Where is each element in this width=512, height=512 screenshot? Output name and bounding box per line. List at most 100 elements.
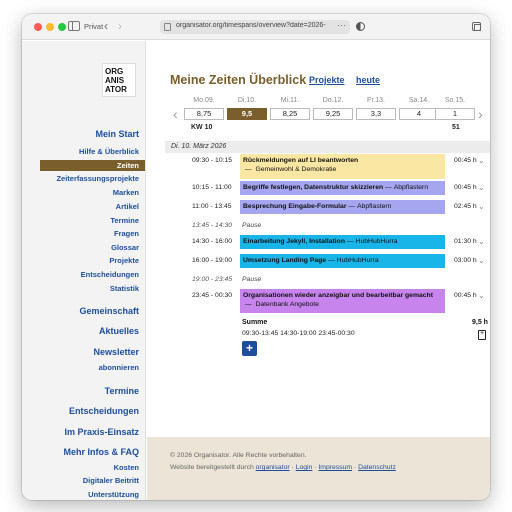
close-window-button[interactable] [34, 23, 42, 31]
more-icon[interactable]: ··· [337, 20, 346, 30]
date-header: Di. 10. März 2026 [165, 141, 490, 153]
page-icon [164, 23, 171, 31]
day-total-button-active[interactable]: 9,5 [227, 108, 267, 120]
day-total-button[interactable]: 4 [399, 108, 439, 120]
entry-title: Rückmeldungen auf LI beantworten [243, 157, 359, 164]
time-entry[interactable]: Einarbeitung Jekyll, Installation — HubH… [240, 235, 445, 249]
day-label: Di.10. [237, 97, 257, 104]
entry-project[interactable]: HubHubHurra [356, 238, 398, 245]
day-label: Mi.11. [280, 97, 300, 104]
entry-project[interactable]: Abpflastern [357, 203, 391, 210]
entry-project-line: — Datenbank Angebote [243, 301, 319, 308]
entry-project[interactable]: HubHubHurra [337, 257, 379, 264]
footer-link-impressum[interactable]: Impressum [318, 464, 352, 471]
time-entry[interactable]: Begriffe festlegen, Datenstruktur skizzi… [240, 181, 445, 195]
entry-duration: 03:00 h [454, 257, 477, 264]
sidebar-item-marken[interactable]: Marken [113, 188, 139, 197]
projects-link[interactable]: Projekte [309, 75, 345, 85]
chevron-down-icon[interactable]: ⌄ [478, 183, 485, 192]
forward-button[interactable]: › [118, 19, 122, 33]
time-entry[interactable]: Organisationen wieder anzeigbar und bear… [240, 289, 445, 313]
chevron-down-icon[interactable]: ⌄ [478, 256, 485, 265]
contrast-icon[interactable] [356, 22, 365, 31]
chevron-down-icon[interactable]: ⌄ [478, 156, 485, 165]
sidebar-item-entscheidungen[interactable]: Entscheidungen [81, 270, 139, 279]
day-total-button[interactable]: 8,25 [270, 108, 310, 120]
sidebar-item-gemeinschaft[interactable]: Gemeinschaft [79, 306, 139, 316]
footer-separator: · [291, 464, 294, 471]
day-label: Do.12. [322, 97, 344, 104]
footer-link-organisator[interactable]: organisator [256, 464, 290, 471]
sidebar-item-artikel[interactable]: Artikel [116, 202, 139, 211]
url-text[interactable]: organisator.org/timespans/overview?date=… [176, 22, 326, 29]
sidebar-item-projekte[interactable]: Projekte [109, 256, 139, 265]
calendar-week-label: KW 10 [191, 124, 213, 131]
sum-label: Summe [242, 319, 268, 326]
chevron-down-icon[interactable]: ⌄ [478, 237, 485, 246]
add-entry-button[interactable]: + [242, 341, 257, 356]
time-entry[interactable]: Umsetzung Landing Page — HubHubHurra [240, 254, 445, 268]
entry-project-line: — Gemeinwohl & Demokratie [243, 166, 337, 173]
sidebar-item-unterstuetzung[interactable]: Unterstützung [88, 490, 139, 499]
main-content: Meine Zeiten Überblick Projekte heute ‹ … [147, 41, 490, 437]
entry-duration: 02:45 h [454, 203, 477, 210]
footer-separator: · [314, 464, 317, 471]
day-total-button[interactable]: 9,25 [313, 108, 353, 120]
sidebar-item-kosten[interactable]: Kosten [114, 463, 139, 472]
sidebar-item-newsletter[interactable]: Newsletter [93, 347, 139, 357]
clipboard-add-icon[interactable] [478, 330, 486, 340]
day-total-button[interactable]: 3,3 [356, 108, 396, 120]
entry-duration: 00:45 h [454, 292, 477, 299]
day-label: So.15. [444, 97, 466, 104]
tabs-overview-icon[interactable] [472, 22, 481, 31]
time-entry[interactable]: Rückmeldungen auf LI beantworten — Gemei… [240, 154, 445, 179]
sidebar-item-zeiterfassungsprojekte[interactable]: Zeiterfassungsprojekte [56, 174, 139, 183]
sidebar-item-beitritt[interactable]: Digitaler Beitritt [83, 476, 139, 485]
sidebar-item-termine-main[interactable]: Termine [105, 386, 139, 396]
day-label: Mo.09. [193, 97, 215, 104]
today-link[interactable]: heute [356, 75, 380, 85]
entry-title: Einarbeitung Jekyll, Installation [243, 238, 345, 245]
sidebar-item-termine[interactable]: Termine [110, 216, 139, 225]
sidebar-item-abonnieren[interactable]: abonnieren [99, 363, 139, 372]
sidebar-item-mehr-infos[interactable]: Mehr Infos & FAQ [63, 447, 139, 457]
sidebar-item-zeiten[interactable]: Zeiten [40, 160, 145, 171]
sidebar-item-praxis[interactable]: Im Praxis-Einsatz [64, 427, 139, 437]
day-label: Fr.13. [367, 97, 385, 104]
footer-separator: · [353, 464, 357, 471]
entry-time: 10:15 - 11:00 [192, 184, 232, 191]
zoom-window-button[interactable] [58, 23, 66, 31]
footer-link-login[interactable]: Login [296, 464, 313, 471]
footer-provided-by: Website bereitgestellt durch [170, 464, 254, 471]
sum-value: 9,5 h [472, 319, 488, 326]
pause-time: 13:45 - 14:30 [192, 222, 233, 229]
pause-time: 19:00 - 23:45 [192, 276, 233, 283]
day-total-button[interactable]: 8,75 [184, 108, 224, 120]
entry-project[interactable]: Gemeinwohl & Demokratie [255, 166, 336, 173]
time-entry[interactable]: Besprechung Eingabe-Formular — Abpflaste… [240, 200, 445, 214]
day-total-button[interactable]: 1 [435, 108, 475, 120]
address-bar[interactable]: organisator.org/timespans/overview?date=… [160, 20, 350, 34]
sidebar-toggle-icon[interactable] [68, 21, 80, 31]
sidebar-item-entscheidungen-main[interactable]: Entscheidungen [69, 406, 139, 416]
sidebar-item-mein-start[interactable]: Mein Start [95, 129, 139, 139]
sidebar-item-fragen[interactable]: Fragen [114, 229, 139, 238]
minimize-window-button[interactable] [46, 23, 54, 31]
chevron-down-icon[interactable]: ⌄ [478, 291, 485, 300]
entry-duration: 01:30 h [454, 238, 477, 245]
sidebar-item-statistik[interactable]: Statistik [110, 284, 139, 293]
entry-project[interactable]: Abpflastern [394, 184, 428, 191]
prev-week-button[interactable]: ‹ [173, 107, 178, 121]
back-button[interactable]: ‹ [104, 19, 108, 33]
pause-label: Pause [242, 222, 262, 229]
pause-label: Pause [242, 276, 262, 283]
sidebar-item-aktuelles[interactable]: Aktuelles [99, 326, 139, 336]
sidebar-item-glossar[interactable]: Glossar [111, 243, 139, 252]
chevron-down-icon[interactable]: ⌄ [478, 202, 485, 211]
organisator-logo[interactable]: ORG ANIS ATOR [102, 63, 136, 97]
footer-link-datenschutz[interactable]: Datenschutz [358, 464, 396, 471]
next-week-button[interactable]: › [478, 107, 483, 121]
browser-toolbar: Privat ‹ › organisator.org/timespans/ove… [22, 14, 490, 40]
sidebar-item-hilfe[interactable]: Hilfe & Überblick [79, 147, 139, 156]
entry-project[interactable]: Datenbank Angebote [255, 301, 319, 308]
